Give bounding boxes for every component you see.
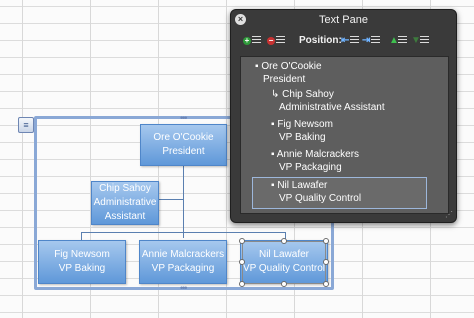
bullet-icon: ▪: [271, 149, 275, 160]
president-name: Ore O'Cookie: [153, 132, 214, 143]
arrow-right-icon: ⇥: [362, 35, 371, 46]
resize-grip-icon[interactable]: ⋰: [445, 210, 453, 219]
pane-line-vp3-name[interactable]: ▪ Nil Lawafer: [271, 180, 327, 191]
resize-handle-tc[interactable]: [281, 238, 287, 244]
president-role: President: [162, 146, 205, 157]
vp2-name: Annie Malcrackers: [141, 249, 225, 260]
text-pane-toggle-icon[interactable]: ≡: [18, 117, 34, 133]
pane-line-assistant-name[interactable]: ↳ Chip Sahoy: [271, 89, 334, 100]
move-down-button[interactable]: ▼: [411, 34, 429, 48]
connector-assistant: [158, 199, 183, 200]
resize-handle-tl[interactable]: [239, 238, 245, 244]
bullet-icon: ▪: [271, 119, 275, 130]
text-pane-editor[interactable]: ▪ Ore O'Cookie President ↳ Chip Sahoy Ad…: [240, 56, 449, 214]
resize-handle-mr[interactable]: [323, 259, 329, 265]
pane-line-assistant-role[interactable]: Administrative Assistant: [279, 102, 385, 113]
arrow-up-icon: ▲: [389, 35, 399, 46]
lines-icon: [276, 36, 285, 45]
text-pane-title: Text Pane: [319, 14, 368, 26]
add-bullet-button[interactable]: +: [243, 34, 261, 48]
lines-icon: [420, 36, 429, 45]
move-up-button[interactable]: ▲: [389, 34, 407, 48]
frame-bottom-grip[interactable]: •••: [180, 284, 194, 293]
pane-line-vp2-name[interactable]: ▪ Annie Malcrackers: [271, 149, 359, 160]
position-label: Position:: [299, 35, 342, 46]
resize-handle-tr[interactable]: [323, 238, 329, 244]
org-node-vp-packaging[interactable]: Annie Malcrackers VP Packaging: [139, 240, 227, 284]
pane-line-vp1-role[interactable]: VP Baking: [279, 132, 326, 143]
pane-line-president-role[interactable]: President: [263, 74, 305, 85]
bullet-icon: ▪: [271, 180, 275, 191]
selection-outline: [242, 241, 326, 284]
line-text: President: [263, 74, 306, 85]
assistant-role-line2: Assistant: [104, 211, 146, 222]
sub-bullet-icon: ↳: [271, 89, 280, 100]
demote-button[interactable]: ⇥: [362, 34, 380, 48]
resize-handle-bl[interactable]: [239, 281, 245, 287]
line-text: Administrative Assistant: [279, 102, 385, 113]
line-text: VP Packaging: [279, 162, 342, 173]
vp2-role: VP Packaging: [151, 263, 215, 274]
bullet-icon: ▪: [255, 61, 259, 72]
vp1-name: Fig Newsom: [54, 249, 110, 260]
pane-line-vp1-name[interactable]: ▪ Fig Newsom: [271, 119, 333, 130]
lines-icon: [371, 36, 380, 45]
org-node-assistant[interactable]: Chip Sahoy Administrative Assistant: [91, 181, 159, 225]
line-text: Fig Newsom: [277, 119, 333, 130]
vp1-role: VP Baking: [58, 263, 106, 274]
lines-icon: [398, 36, 407, 45]
connector-vp-bar: [81, 232, 286, 233]
remove-bullet-button[interactable]: −: [267, 34, 285, 48]
connector-vp1: [81, 232, 82, 240]
line-text: Chip Sahoy: [282, 89, 334, 100]
line-text: Annie Malcrackers: [276, 149, 360, 160]
pane-line-president-name[interactable]: ▪ Ore O'Cookie: [255, 61, 322, 72]
assistant-name: Chip Sahoy: [99, 183, 151, 194]
promote-button[interactable]: ⇤: [341, 34, 359, 48]
line-text: Ore O'Cookie: [261, 61, 322, 72]
line-text: VP Quality Control: [279, 193, 362, 204]
org-node-president[interactable]: Ore O'Cookie President: [140, 124, 227, 166]
lines-icon: [252, 36, 261, 45]
text-pane[interactable]: × Text Pane + − Position: ⇤ ⇥ ▲ ▼ ▪ Ore …: [230, 9, 457, 223]
line-text: Nil Lawafer: [277, 180, 328, 191]
connector-president-down: [183, 166, 184, 238]
plus-icon: +: [243, 36, 251, 45]
pane-line-vp2-role[interactable]: VP Packaging: [279, 162, 342, 173]
lines-icon: [350, 36, 359, 45]
resize-handle-ml[interactable]: [239, 259, 245, 265]
resize-handle-bc[interactable]: [281, 281, 287, 287]
arrow-down-icon: ▼: [411, 35, 421, 46]
resize-handle-br[interactable]: [323, 281, 329, 287]
minus-icon: −: [267, 36, 275, 45]
line-text: VP Baking: [279, 132, 326, 143]
org-node-vp-baking[interactable]: Fig Newsom VP Baking: [38, 240, 126, 284]
frame-top-grip[interactable]: •••: [180, 114, 194, 123]
pane-line-vp3-role[interactable]: VP Quality Control: [279, 193, 361, 204]
assistant-role-line1: Administrative: [93, 197, 157, 208]
arrow-left-icon: ⇤: [341, 35, 350, 46]
text-pane-toolbar: + − Position: ⇤ ⇥ ▲ ▼: [231, 34, 456, 50]
